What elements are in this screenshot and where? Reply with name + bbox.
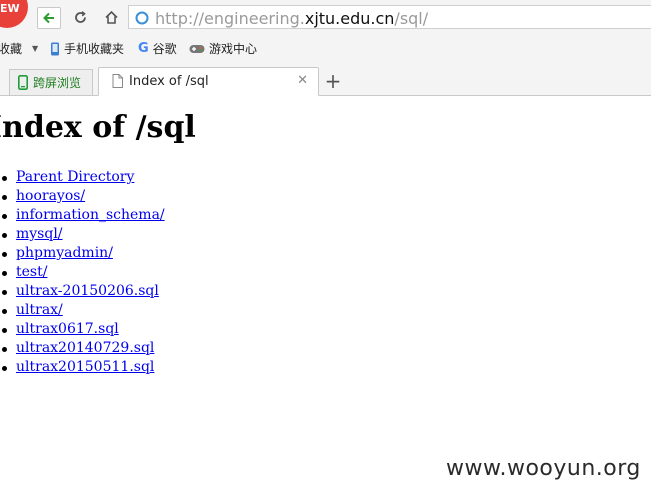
list-item: phpmyadmin/ <box>0 244 165 263</box>
page-content: Index of /sql Parent Directory hoorayos/… <box>0 96 651 498</box>
reload-button[interactable] <box>69 7 91 27</box>
list-item: ultrax-20150206.sql <box>0 282 165 301</box>
favorites-menu[interactable]: 收藏 ▼ <box>0 40 38 57</box>
tab-index-of-sql[interactable]: Index of /sql ✕ <box>98 67 319 96</box>
link-test[interactable]: test/ <box>16 264 47 280</box>
bookmark-game-center[interactable]: 游戏中心 <box>189 40 257 57</box>
tab-strip: 跨屏浏览 Index of /sql ✕ + <box>0 63 651 96</box>
list-item: test/ <box>0 263 165 282</box>
link-phpmyadmin[interactable]: phpmyadmin/ <box>16 245 113 261</box>
tab-close-icon[interactable]: ✕ <box>297 73 308 88</box>
bookmarks-bar: 收藏 ▼ 手机收藏夹 G 谷歌 游戏中心 <box>0 35 651 61</box>
list-item: ultrax/ <box>0 301 165 320</box>
home-icon <box>104 10 118 24</box>
phone-icon <box>18 75 28 90</box>
tab-cross-screen[interactable]: 跨屏浏览 <box>9 69 93 95</box>
gamepad-icon <box>189 44 205 53</box>
list-item: ultrax20150511.sql <box>0 358 165 377</box>
back-button[interactable] <box>37 7 61 29</box>
link-ultrax-20150206-sql[interactable]: ultrax-20150206.sql <box>16 283 159 299</box>
link-ultrax[interactable]: ultrax/ <box>16 302 63 318</box>
site-info-icon[interactable] <box>135 11 149 25</box>
browser-chrome: EW http://engineering.xjtu.edu.cn/sql/ 收… <box>0 0 651 96</box>
list-item: mysql/ <box>0 225 165 244</box>
url-text[interactable]: http://engineering.xjtu.edu.cn/sql/ <box>155 9 428 28</box>
link-ultrax20150511-sql[interactable]: ultrax20150511.sql <box>16 359 154 375</box>
list-item: ultrax20140729.sql <box>0 339 165 358</box>
list-item: Parent Directory <box>0 168 165 187</box>
toolbar: EW http://engineering.xjtu.edu.cn/sql/ <box>0 0 651 34</box>
list-item: information_schema/ <box>0 206 165 225</box>
chevron-down-icon: ▼ <box>32 44 39 53</box>
link-information-schema[interactable]: information_schema/ <box>16 207 165 223</box>
directory-listing: Parent Directory hoorayos/ information_s… <box>0 168 165 377</box>
home-button[interactable] <box>100 7 122 27</box>
list-item: hoorayos/ <box>0 187 165 206</box>
link-mysql[interactable]: mysql/ <box>16 226 63 242</box>
link-ultrax20140729-sql[interactable]: ultrax20140729.sql <box>16 340 154 356</box>
reload-icon <box>74 10 86 23</box>
watermark: www.wooyun.org <box>446 456 641 481</box>
plus-icon: + <box>324 69 342 93</box>
link-ultrax0617-sql[interactable]: ultrax0617.sql <box>16 321 119 337</box>
address-bar[interactable]: http://engineering.xjtu.edu.cn/sql/ <box>128 5 651 29</box>
list-item: ultrax0617.sql <box>0 320 165 339</box>
link-hoorayos[interactable]: hoorayos/ <box>16 188 85 204</box>
google-icon: G <box>138 41 149 56</box>
link-parent-directory[interactable]: Parent Directory <box>16 169 134 185</box>
bookmark-mobile-favorites[interactable]: 手机收藏夹 <box>50 40 124 57</box>
back-arrow-icon <box>43 12 54 24</box>
page-title: Index of /sql <box>0 110 196 145</box>
phone-icon <box>51 42 59 55</box>
bookmark-google[interactable]: G 谷歌 <box>138 40 177 57</box>
new-tab-button[interactable]: + <box>321 69 345 93</box>
document-icon <box>112 74 123 88</box>
browser-logo: EW <box>0 0 28 28</box>
